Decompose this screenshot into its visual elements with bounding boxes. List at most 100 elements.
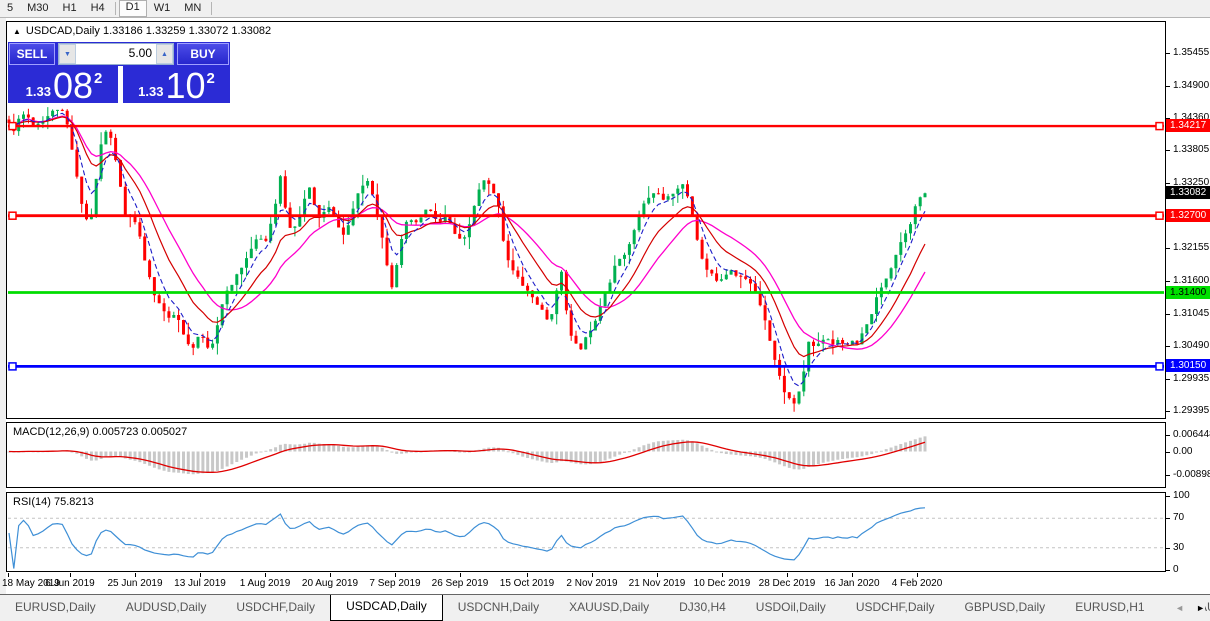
rsi-panel[interactable] [6,492,1166,572]
date-label: 25 Jun 2019 [107,578,162,589]
tab-item-dj30-h4[interactable]: DJ30,H4 [664,595,741,621]
ask-price-big: 10 [165,70,205,102]
tab-item-audusd-daily[interactable]: AUDUSD,Daily [111,595,222,621]
date-tick-mark [917,573,918,577]
tab-item-usdchf-daily[interactable]: USDCHF,Daily [221,595,330,621]
price-tick-label: 1.30490 [1173,340,1209,351]
tab-scroll-left-button[interactable]: ◄ [1175,603,1184,613]
date-label: 28 Dec 2019 [759,578,816,589]
date-tick-mark [592,573,593,577]
date-tick-mark [787,573,788,577]
rsi-tick-mark [1166,518,1170,519]
timeframe-button-h1[interactable]: H1 [56,0,84,17]
price-tick-label: 1.33805 [1173,144,1209,155]
volume-increase-button[interactable]: ▲ [156,44,173,64]
timeframe-button-mn[interactable]: MN [177,0,208,17]
price-line-badge: 1.33082 [1166,186,1210,199]
volume-decrease-button[interactable]: ▼ [59,44,76,64]
volume-down-icon: ▼ [64,51,71,58]
price-tick-mark [1166,379,1170,380]
ask-price[interactable]: 1.33102 [123,66,229,103]
date-tick-mark [200,573,201,577]
timeframe-button-w1[interactable]: W1 [147,0,178,17]
rsi-tick-mark [1166,570,1170,571]
date-label: 16 Jan 2020 [824,578,879,589]
sell-button[interactable]: SELL [9,43,55,65]
bid-price-prefix: 1.33 [26,82,51,102]
date-tick-mark [722,573,723,577]
buy-button[interactable]: BUY [177,43,229,65]
collapse-icon[interactable]: ▲ [13,27,21,36]
volume-control: ▼ 5.00 ▲ [58,43,174,65]
timeframe-button-d1[interactable]: D1 [119,0,147,17]
price-tick-mark [1166,411,1170,412]
date-tick-mark [527,573,528,577]
timeframe-button-5[interactable]: 5 [0,0,20,17]
date-label: 2 Nov 2019 [566,578,617,589]
date-label: 4 Feb 2020 [892,578,943,589]
price-line-badge: 1.31400 [1166,286,1210,299]
date-tick-mark [265,573,266,577]
timeframe-button-m30[interactable]: M30 [20,0,55,17]
price-tick-label: 1.34900 [1173,80,1209,91]
tab-item-xauusd-daily[interactable]: XAUUSD,Daily [554,595,664,621]
volume-up-icon: ▲ [161,51,168,58]
date-tick-mark [330,573,331,577]
date-label: 6 Jun 2019 [45,578,95,589]
date-tick-mark [460,573,461,577]
timeframe-toolbar: 5M30H1H4 D1W1MN [0,0,1210,18]
rsi-label: RSI(14) 75.8213 [13,496,94,508]
symbol-tabs: EURUSD,DailyAUDUSD,DailyUSDCHF,DailyUSDC… [0,594,1210,621]
trade-panel: SELL ▼ 5.00 ▲ BUY 1.33082 [8,42,230,103]
tab-item-usdoil-daily[interactable]: USDOil,Daily [741,595,841,621]
rsi-tick-mark [1166,496,1170,497]
macd-tick-mark [1166,475,1170,476]
toolbar-separator [211,2,212,15]
tab-item-usdcnh-daily[interactable]: USDCNH,Daily [443,595,554,621]
date-tick-mark [135,573,136,577]
price-tick-label: 1.29395 [1173,405,1209,416]
price-tick-mark [1166,53,1170,54]
tab-scroll-buttons: ◄► [1167,595,1205,621]
chart-title: ▲USDCAD,Daily 1.33186 1.33259 1.33072 1.… [13,25,271,37]
date-label: 21 Nov 2019 [629,578,686,589]
macd-label: MACD(12,26,9) 0.005723 0.005027 [13,426,187,438]
date-label: 26 Sep 2019 [432,578,489,589]
price-tick-label: 1.31045 [1173,308,1209,319]
price-tick-mark [1166,314,1170,315]
rsi-axis-label: 0 [1173,564,1179,575]
price-tick-label: 1.32155 [1173,242,1209,253]
tab-item-eurusd-daily[interactable]: EURUSD,Daily [0,595,111,621]
date-tick-mark [8,573,9,577]
chart-area: ▲USDCAD,Daily 1.33186 1.33259 1.33072 1.… [0,17,1210,594]
price-tick-label: 1.35455 [1173,47,1209,58]
tab-item-eurusd-h1[interactable]: EURUSD,H1 [1060,595,1159,621]
rsi-axis-label: 70 [1173,512,1184,523]
date-label: 7 Sep 2019 [369,578,420,589]
price-tick-mark [1166,150,1170,151]
rsi-tick-mark [1166,548,1170,549]
volume-input[interactable]: 5.00 [76,44,156,64]
tab-item-usdcad-daily[interactable]: USDCAD,Daily [330,594,443,621]
macd-axis-label: 0.00 [1173,446,1192,457]
macd-axis-label: 0.006448 [1173,429,1210,440]
macd-axis-label: -0.008982 [1173,469,1210,480]
macd-tick-mark [1166,435,1170,436]
tab-scroll-right-button[interactable]: ► [1196,603,1205,613]
bid-price[interactable]: 1.33082 [9,66,118,103]
tab-item-gbpusd-daily[interactable]: GBPUSD,Daily [950,595,1061,621]
price-line-badge: 1.32700 [1166,209,1210,222]
date-tick-mark [657,573,658,577]
date-tick-mark [70,573,71,577]
price-tick-mark [1166,346,1170,347]
date-label: 1 Aug 2019 [240,578,291,589]
timeframe-button-h4[interactable]: H4 [84,0,112,17]
rsi-axis-label: 30 [1173,542,1184,553]
chart-symbol-title: USDCAD,Daily [26,25,100,37]
bid-price-sup: 2 [94,70,102,87]
tab-item-usdchf-daily[interactable]: USDCHF,Daily [841,595,950,621]
price-line-badge: 1.34217 [1166,119,1210,132]
price-tick-mark [1166,281,1170,282]
date-label: 10 Dec 2019 [694,578,751,589]
price-line-badge: 1.30150 [1166,359,1210,372]
